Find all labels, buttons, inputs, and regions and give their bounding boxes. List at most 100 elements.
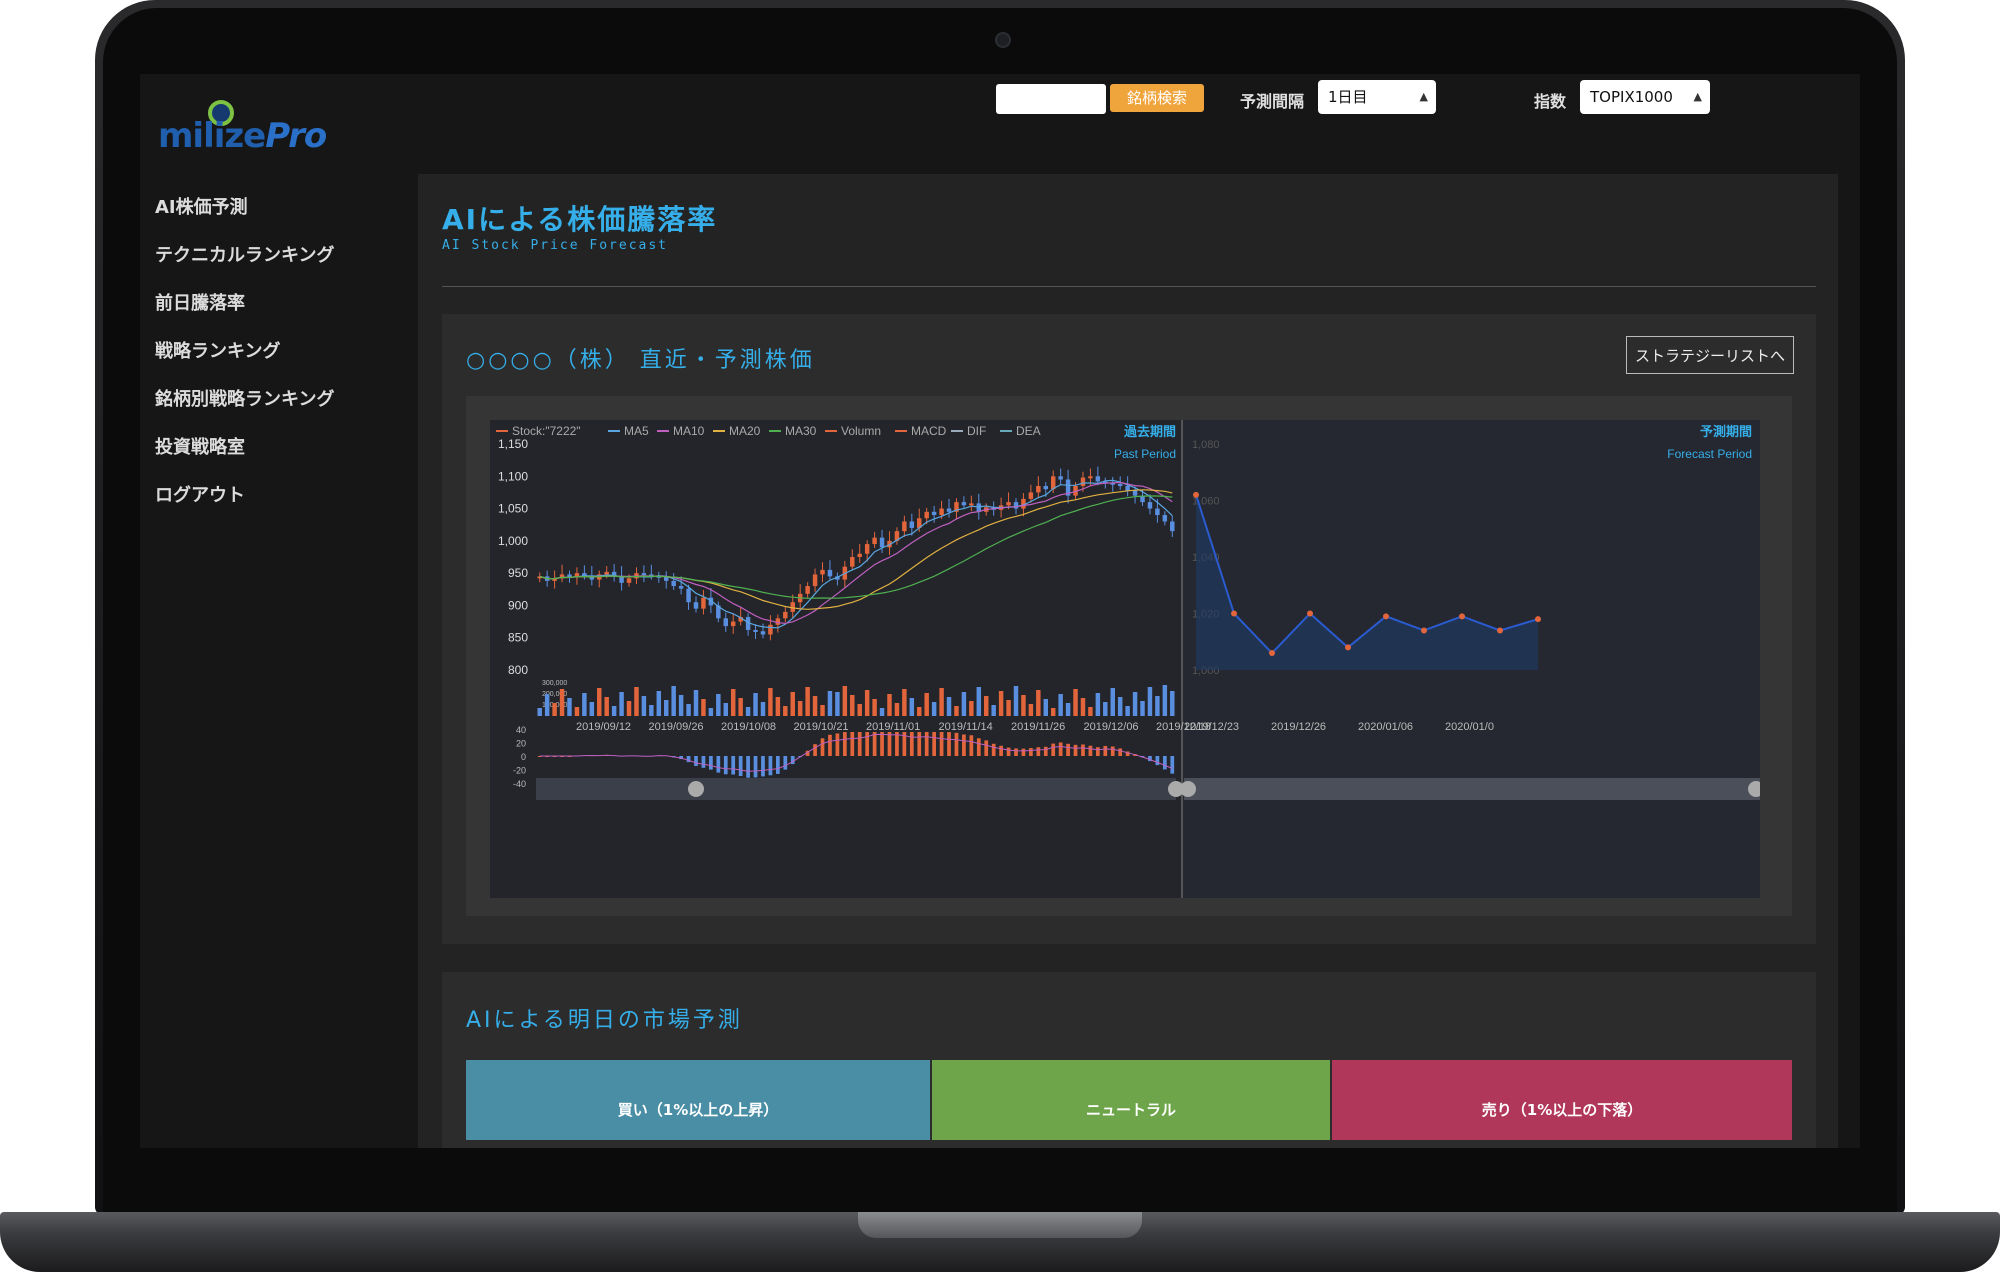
volume-bar	[1147, 687, 1153, 716]
volume-bar	[611, 706, 617, 716]
period-select[interactable]: 1日目 ▲	[1318, 80, 1436, 114]
sidebar-item-strategy-ranking[interactable]: 戦略ランキング	[155, 328, 355, 376]
y-tick-label: 1,150	[498, 437, 528, 451]
candle	[753, 629, 758, 632]
candle	[1125, 485, 1130, 491]
forecast-period-label-en: Forecast Period	[1667, 447, 1752, 461]
volume-bar	[559, 689, 565, 716]
volume-bar	[939, 688, 944, 716]
sidebar-item-investment-room[interactable]: 投資戦略室	[155, 424, 355, 472]
candle	[969, 503, 974, 506]
volume-bar	[738, 698, 743, 716]
x-tick-label: 2019/10/08	[721, 721, 776, 733]
sidebar-item-stock-strategy-ranking[interactable]: 銘柄別戦略ランキング	[155, 376, 355, 424]
candle	[1080, 477, 1086, 486]
volume-bar	[664, 700, 669, 716]
divider	[442, 286, 1816, 287]
volume-bar	[924, 693, 929, 716]
macd-bar	[1066, 743, 1070, 756]
period-select-value: 1日目	[1328, 88, 1368, 106]
volume-bar	[1110, 688, 1115, 716]
candle	[1058, 476, 1063, 480]
forecast-point	[1383, 613, 1389, 620]
macd-bar	[969, 735, 974, 756]
page-title: AIによる株価騰落率	[442, 203, 718, 236]
candle	[567, 574, 572, 578]
candle	[775, 618, 781, 625]
macd-tick-label: 40	[516, 725, 526, 735]
sidebar-item-technical-ranking[interactable]: テクニカルランキング	[155, 232, 355, 280]
candle	[879, 537, 885, 548]
macd-bar	[738, 756, 743, 777]
macd-bar	[865, 732, 870, 756]
past-period-label: 過去期間	[1123, 424, 1176, 439]
candle	[686, 588, 691, 603]
milize-logo[interactable]: milizePro	[158, 100, 328, 160]
macd-bar	[842, 732, 847, 756]
volume-bar	[827, 691, 833, 716]
y-tick-label: 900	[508, 598, 528, 612]
stock-chart[interactable]: Stock:"7222" MA5 MA10 MA20 MA30 Volumn MACD DIF…	[490, 420, 1760, 898]
strategy-list-button[interactable]: ストラテジーリストへ	[1626, 336, 1794, 374]
macd-bar	[991, 743, 996, 756]
macd-bar	[694, 756, 698, 766]
volume-bar	[1058, 694, 1063, 716]
buy-tile[interactable]: 買い（1%以上の上昇）	[466, 1060, 930, 1140]
volume-bar	[753, 693, 758, 716]
volume-bar	[961, 692, 967, 716]
slider-handle-icon	[1180, 781, 1196, 797]
macd-bar	[1081, 744, 1085, 756]
volume-bar	[969, 701, 974, 716]
volume-bar	[1088, 707, 1093, 716]
forecast-point	[1269, 650, 1275, 657]
candle	[641, 573, 647, 576]
sidebar-item-previous-day[interactable]: 前日騰落率	[155, 280, 355, 328]
macd-bar	[954, 732, 959, 756]
macd-bar	[1155, 756, 1160, 766]
stock-search-button[interactable]: 銘柄検索	[1110, 84, 1204, 112]
candle	[1170, 521, 1175, 532]
volume-bar	[574, 707, 580, 716]
macd-bar	[1162, 756, 1167, 770]
sidebar-item-logout[interactable]: ログアウト	[155, 472, 355, 520]
legend-entry: DIF	[967, 424, 986, 438]
candle	[850, 557, 855, 567]
volume-bar	[745, 707, 751, 716]
macd-bar	[746, 756, 750, 778]
forecast-point	[1193, 491, 1199, 498]
sidebar: AI株価予測 テクニカルランキング 前日騰落率 戦略ランキング 銘柄別戦略ランキ…	[155, 184, 355, 520]
slider-handle-icon	[688, 781, 704, 797]
sidebar-item-ai-forecast[interactable]: AI株価予測	[155, 184, 355, 232]
candle	[1095, 476, 1101, 482]
volume-bar	[552, 703, 557, 716]
candle	[1006, 502, 1011, 506]
legend-entry: Stock:"7222"	[512, 424, 581, 438]
macd-bar	[924, 732, 929, 756]
volume-bar	[768, 688, 773, 716]
macd-bar	[783, 756, 788, 770]
volume-bar	[678, 695, 684, 716]
period-label: 予測間隔	[1240, 92, 1305, 111]
stock-search-input[interactable]	[996, 84, 1106, 114]
volume-bar	[1050, 708, 1056, 716]
y-tick-label: 950	[508, 566, 528, 580]
neutral-tile[interactable]: ニュートラル	[932, 1060, 1330, 1140]
y-tick-label: 850	[508, 631, 528, 645]
stock-chart-panel: ○○○○（株） 直近・予測株価 ストラテジーリストへ Stock:"7222" M…	[442, 314, 1816, 944]
volume-bar	[567, 698, 572, 716]
forecast-point	[1535, 616, 1541, 623]
macd-bar	[880, 732, 884, 756]
macd-bar	[932, 732, 936, 756]
legend-entry: MA20	[729, 424, 761, 438]
candle	[805, 586, 810, 594]
volume-bar	[820, 705, 825, 716]
volume-bar	[730, 689, 736, 716]
x-tick-label: 2019/09/12	[576, 721, 631, 733]
index-select[interactable]: TOPIX1000 ▲	[1580, 80, 1710, 114]
forecast-point	[1345, 644, 1351, 651]
camera-icon	[995, 32, 1011, 48]
sell-tile[interactable]: 売り（1%以上の下落）	[1332, 1060, 1792, 1140]
volume-tick-label: 300,000	[542, 680, 567, 687]
volume-bar	[991, 705, 996, 716]
screen: milizePro 銘柄検索 予測間隔 1日目 ▲ 指数 TOPIX1000 ▲…	[140, 74, 1860, 1148]
